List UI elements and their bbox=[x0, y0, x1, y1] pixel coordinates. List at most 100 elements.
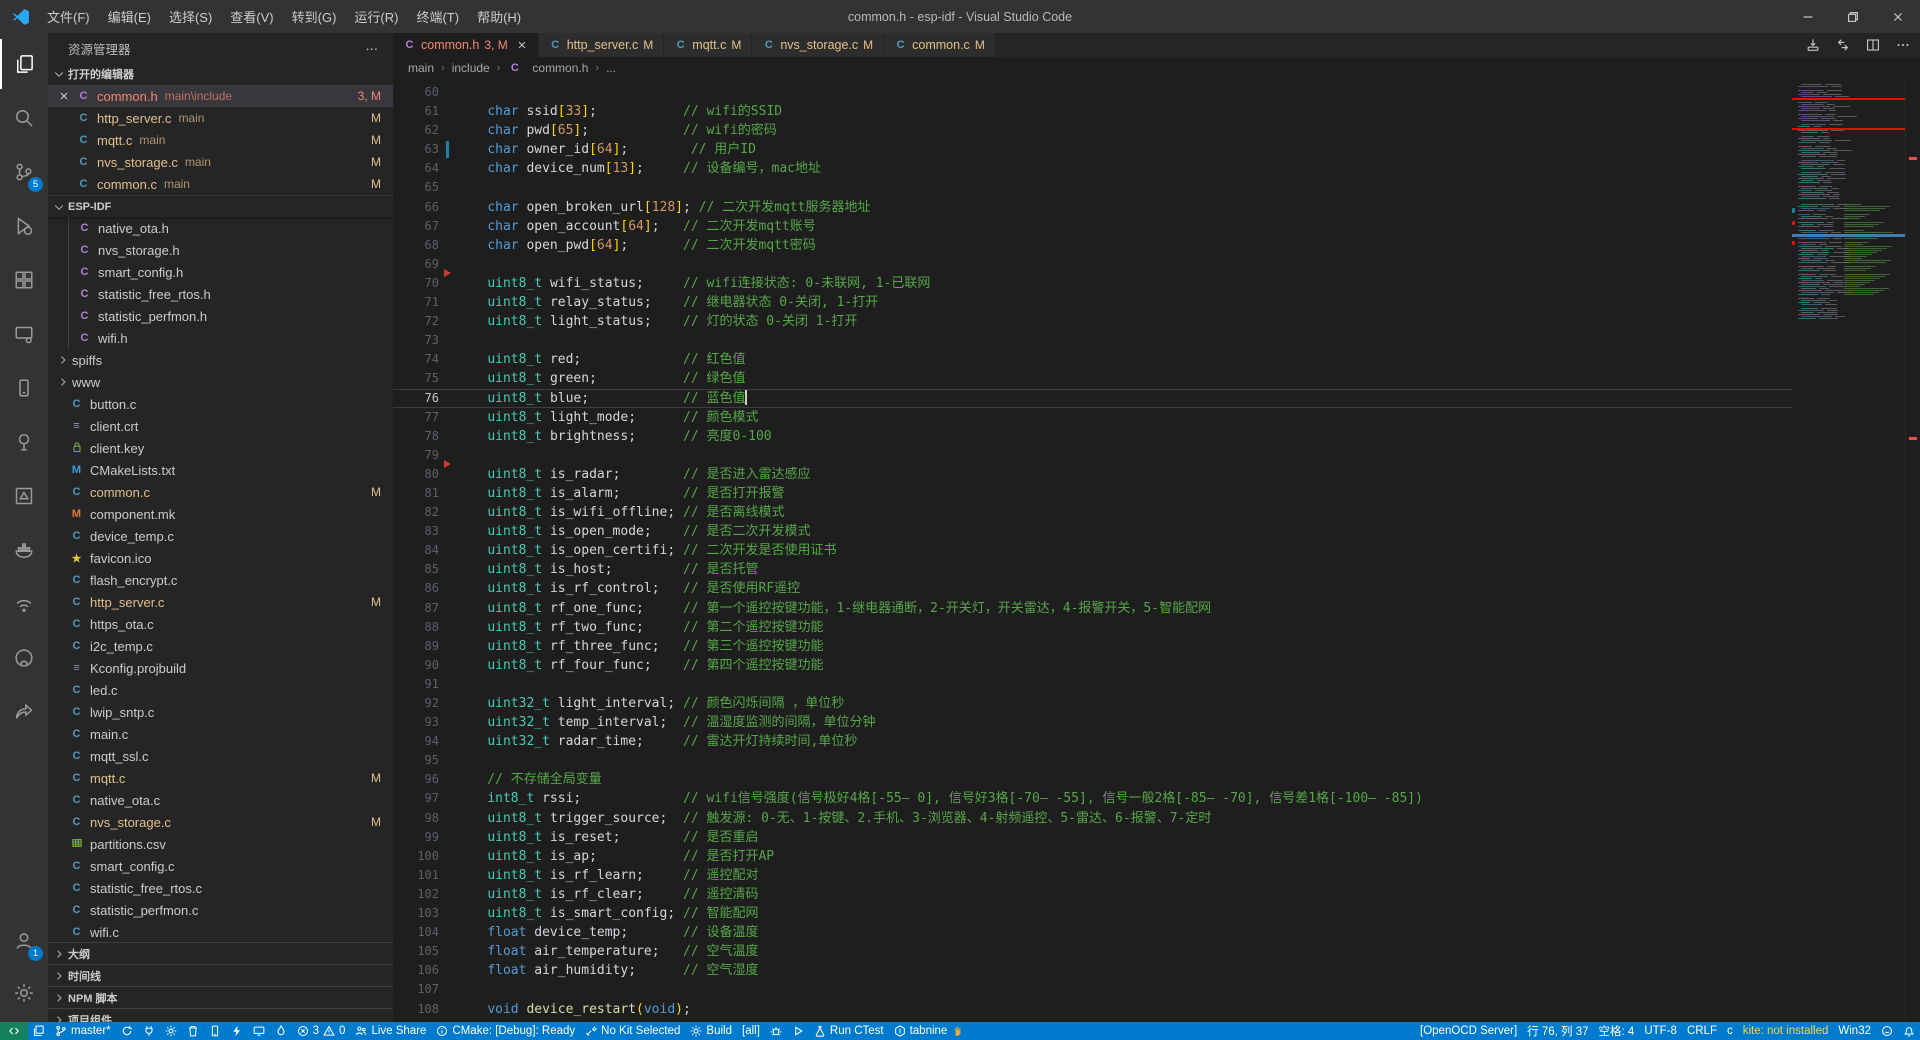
tab-common.c[interactable]: Ccommon.cM bbox=[884, 33, 996, 57]
tree-file[interactable]: Cnvs_storage.h bbox=[48, 239, 393, 261]
activity-explorer[interactable] bbox=[0, 39, 48, 89]
tree-file[interactable]: Cwifi.h bbox=[48, 327, 393, 349]
tree-file[interactable]: Cstatistic_perfmon.h bbox=[48, 305, 393, 327]
status-problems[interactable]: 30 bbox=[292, 1022, 351, 1040]
status-save-all[interactable] bbox=[28, 1022, 50, 1040]
status-kite-status[interactable]: kite: not installed bbox=[1738, 1022, 1834, 1040]
breadcrumb[interactable]: main›include›Ccommon.h›... bbox=[393, 57, 1920, 78]
gutter[interactable] bbox=[439, 465, 456, 484]
tree-file[interactable]: Cflash_encrypt.c bbox=[48, 569, 393, 591]
minimize-button[interactable] bbox=[1785, 0, 1830, 33]
section-NPM 脚本[interactable]: NPM 脚本 bbox=[48, 986, 393, 1008]
gutter[interactable] bbox=[439, 789, 456, 808]
action-more-actions[interactable] bbox=[1896, 38, 1910, 52]
status-openocd-server[interactable]: [OpenOCD Server] bbox=[1415, 1022, 1522, 1040]
status-cmake-build[interactable]: Build bbox=[685, 1022, 737, 1040]
menu-编辑(E)[interactable]: 编辑(E) bbox=[99, 0, 160, 33]
breadcrumb-item[interactable]: include bbox=[452, 61, 490, 75]
gutter[interactable] bbox=[439, 809, 456, 828]
breadcrumb-item[interactable]: Ccommon.h bbox=[507, 61, 588, 75]
open-editor-item[interactable]: Cmqtt.cmainM bbox=[48, 129, 393, 151]
close-tab-icon[interactable] bbox=[516, 39, 528, 51]
menu-查看(V)[interactable]: 查看(V) bbox=[221, 0, 282, 33]
gutter[interactable] bbox=[439, 732, 456, 751]
tree-file[interactable]: Ccommon.cM bbox=[48, 481, 393, 503]
tree-folder[interactable]: spiffs bbox=[48, 349, 393, 371]
tab-http_server.c[interactable]: Chttp_server.cM bbox=[539, 33, 665, 57]
gutter[interactable] bbox=[439, 389, 456, 408]
activity-settings[interactable] bbox=[0, 968, 48, 1018]
gutter[interactable] bbox=[439, 331, 456, 350]
tree-file[interactable]: ≡Kconfig.projbuild bbox=[48, 657, 393, 679]
code-editor[interactable]: 6061 char ssid[33]; // wifi的SSID62 char … bbox=[393, 78, 1792, 1022]
status-encoding[interactable]: UTF-8 bbox=[1639, 1022, 1682, 1040]
status-tabnine[interactable]: tabnine bbox=[889, 1022, 969, 1040]
tree-file[interactable]: Csmart_config.h bbox=[48, 261, 393, 283]
open-editor-item[interactable]: Cnvs_storage.cmainM bbox=[48, 151, 393, 173]
gutter[interactable] bbox=[439, 694, 456, 713]
status-indentation[interactable]: 空格: 4 bbox=[1594, 1022, 1640, 1040]
activity-search[interactable] bbox=[0, 93, 48, 143]
status-cursor-position[interactable]: 行 76, 列 37 bbox=[1522, 1022, 1593, 1040]
status-build-target[interactable]: [all] bbox=[737, 1022, 765, 1040]
tree-file[interactable]: client.key bbox=[48, 437, 393, 459]
activity-accounts[interactable]: 1 bbox=[0, 916, 48, 966]
status-monitor[interactable] bbox=[248, 1022, 270, 1040]
gutter[interactable] bbox=[439, 159, 456, 178]
gutter[interactable] bbox=[439, 503, 456, 522]
tree-file[interactable]: Cstatistic_free_rtos.c bbox=[48, 877, 393, 899]
tree-folder[interactable]: www bbox=[48, 371, 393, 393]
section-时间线[interactable]: 时间线 bbox=[48, 964, 393, 986]
status-language-mode[interactable]: c bbox=[1722, 1022, 1738, 1040]
menu-终端(T)[interactable]: 终端(T) bbox=[407, 0, 468, 33]
gutter[interactable] bbox=[439, 541, 456, 560]
tree-file[interactable]: Cled.c bbox=[48, 679, 393, 701]
gutter[interactable] bbox=[439, 847, 456, 866]
gutter[interactable] bbox=[439, 312, 456, 331]
gutter[interactable] bbox=[439, 560, 456, 579]
status-notifications[interactable] bbox=[1898, 1022, 1920, 1040]
gutter[interactable] bbox=[439, 637, 456, 656]
activity-live-share[interactable] bbox=[0, 687, 48, 737]
vertical-scrollbar[interactable] bbox=[1905, 78, 1920, 1022]
gutter[interactable] bbox=[439, 369, 456, 388]
gutter[interactable] bbox=[439, 885, 456, 904]
status-idf-setup[interactable] bbox=[160, 1022, 182, 1040]
open-editor-item[interactable]: Ccommon.cmainM bbox=[48, 173, 393, 195]
project-section-header[interactable]: ESP-IDF bbox=[48, 195, 393, 217]
open-editor-item[interactable]: Chttp_server.cmainM bbox=[48, 107, 393, 129]
activity-serial-monitor[interactable] bbox=[0, 471, 48, 521]
menu-帮助(H)[interactable]: 帮助(H) bbox=[468, 0, 530, 33]
tab-mqtt.c[interactable]: Cmqtt.cM bbox=[664, 33, 752, 57]
tree-file[interactable]: Cnative_ota.h bbox=[48, 217, 393, 239]
tab-common.h[interactable]: Ccommon.h3, M bbox=[393, 33, 539, 57]
activity-docker[interactable] bbox=[0, 525, 48, 575]
activity-source-control[interactable]: 5 bbox=[0, 147, 48, 197]
open-editors-header[interactable]: 打开的编辑器 bbox=[48, 63, 393, 85]
gutter[interactable] bbox=[439, 1000, 456, 1019]
section-大纲[interactable]: 大纲 bbox=[48, 942, 393, 964]
gutter[interactable] bbox=[439, 350, 456, 369]
tree-file[interactable]: Csmart_config.c bbox=[48, 855, 393, 877]
activity-remote-explorer[interactable] bbox=[0, 309, 48, 359]
action-open-changes[interactable] bbox=[1836, 38, 1850, 52]
gutter[interactable] bbox=[439, 770, 456, 789]
gutter[interactable] bbox=[439, 121, 456, 140]
tab-nvs_storage.c[interactable]: Cnvs_storage.cM bbox=[752, 33, 884, 57]
minimap[interactable] bbox=[1792, 78, 1905, 1022]
gutter[interactable] bbox=[439, 618, 456, 637]
section-项目组件[interactable]: 项目组件 bbox=[48, 1008, 393, 1022]
breadcrumb-item[interactable]: main bbox=[408, 61, 434, 75]
tree-file[interactable]: Cwifi.c bbox=[48, 921, 393, 943]
tree-file[interactable]: ★favicon.ico bbox=[48, 547, 393, 569]
activity-esp-idf[interactable] bbox=[0, 579, 48, 629]
gutter[interactable] bbox=[439, 751, 456, 770]
status-serial-port[interactable] bbox=[138, 1022, 160, 1040]
activity-test-explorer[interactable] bbox=[0, 417, 48, 467]
tree-file[interactable]: Chttps_ota.c bbox=[48, 613, 393, 635]
gutter[interactable] bbox=[439, 178, 456, 197]
gutter[interactable] bbox=[439, 83, 456, 102]
menu-转到(G)[interactable]: 转到(G) bbox=[283, 0, 346, 33]
status-git-branch[interactable]: master* bbox=[50, 1022, 116, 1040]
status-feedback[interactable] bbox=[1876, 1022, 1898, 1040]
